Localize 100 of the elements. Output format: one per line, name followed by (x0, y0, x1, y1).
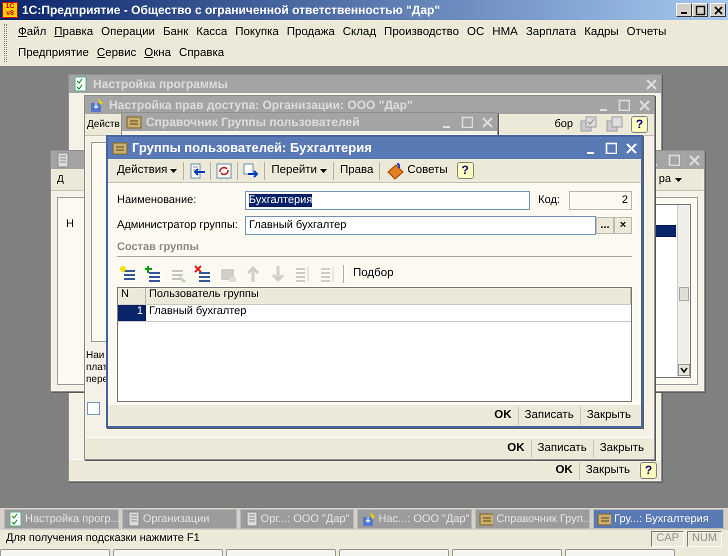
maximize-icon[interactable] (668, 154, 680, 166)
maximize-icon[interactable] (618, 99, 630, 111)
field-label: Н (66, 218, 74, 232)
window-title: Настройка прав доступа: Организации: ООО "Дар" (109, 98, 414, 112)
refresh-icon (215, 162, 234, 180)
field-label: Наименование: (117, 194, 198, 208)
menu-button[interactable]: Перейти (266, 160, 332, 180)
column-header[interactable]: N (118, 288, 146, 304)
window-title: Настройка программы (93, 76, 229, 92)
toolbar-button[interactable]: Права (334, 160, 378, 180)
menu-button[interactable]: Действия (112, 160, 182, 180)
tips-button[interactable]: Советы (381, 160, 453, 180)
toolbar-button[interactable]: Д (57, 174, 64, 186)
taskbar-button[interactable] (565, 549, 675, 556)
menu-item[interactable]: НМА (488, 26, 522, 40)
calculator-icon (126, 511, 140, 527)
footer-button[interactable]: OK (488, 406, 518, 424)
window-title: Группы пользователей: Бухгалтерия (132, 140, 373, 156)
select-button[interactable]: ... (596, 217, 614, 234)
clear-button[interactable]: × (614, 217, 632, 234)
description-text: плат (86, 362, 108, 374)
menu-item[interactable]: Кадры (580, 26, 623, 40)
footer-button[interactable]: Записать (518, 406, 580, 424)
footer-button[interactable]: Записать (530, 440, 593, 458)
minimize-button[interactable] (676, 3, 692, 17)
status-indicator: CAP (651, 531, 684, 547)
scroll-thumb[interactable] (679, 287, 689, 301)
book-icon (386, 162, 404, 180)
table-cell[interactable]: Главный бухгалтер (146, 305, 631, 322)
folder-icon (597, 511, 612, 527)
toolbar-grip (4, 24, 7, 62)
toolbar-button[interactable]: ра (658, 172, 682, 186)
admin-field[interactable]: Главный бухгалтер (245, 216, 596, 235)
help-button[interactable]: ? (456, 162, 474, 179)
window-tab[interactable]: Гру...: Бухгалтерия (593, 509, 724, 529)
name-field[interactable]: Бухгалтерия (244, 191, 530, 210)
footer-button[interactable]: Закрыть (592, 440, 650, 458)
close-icon[interactable] (645, 78, 657, 90)
menu-item[interactable]: Сервис (92, 46, 140, 60)
checklist-icon[interactable] (579, 116, 599, 134)
minimize-icon (681, 12, 687, 14)
help-button[interactable]: ? (631, 116, 648, 133)
menu-item[interactable]: Предприятие (14, 46, 93, 60)
taskbar-button[interactable] (113, 549, 223, 556)
toolbar-button[interactable]: Действ (87, 118, 120, 130)
code-field[interactable]: 2 (569, 191, 632, 210)
footer-button[interactable]: OK (549, 462, 579, 480)
menu-item[interactable]: Банк (158, 26, 192, 40)
status-text: Для получения подсказки нажмите F1 (6, 532, 201, 546)
menu-item[interactable]: Операции (97, 26, 159, 40)
maximize-button[interactable] (692, 3, 708, 17)
folder-icon (112, 140, 128, 156)
table-cell[interactable]: 1 (118, 305, 146, 322)
copy-icon[interactable] (605, 116, 625, 134)
menu-item[interactable]: ОС (463, 26, 488, 40)
close-icon[interactable] (481, 116, 493, 128)
toolbar-button[interactable]: бор (554, 118, 573, 132)
taskbar-button[interactable] (452, 549, 562, 556)
menu-item[interactable]: Касса (192, 26, 232, 40)
add-copy-icon (144, 265, 162, 284)
back-icon (188, 162, 206, 180)
help-button[interactable]: ? (640, 462, 657, 479)
menu-item[interactable]: Файл (14, 26, 50, 40)
checkbox[interactable] (87, 402, 100, 415)
menu-item[interactable]: Правка (50, 26, 98, 40)
maximize-icon (694, 4, 706, 16)
taskbar-button[interactable] (0, 549, 110, 556)
column-header[interactable]: Пользователь группы (146, 288, 631, 304)
caret-icon (675, 178, 682, 182)
down-arrow-icon (269, 265, 287, 284)
maximize-icon[interactable] (461, 116, 473, 128)
description-text: Наи (86, 350, 104, 362)
menu-item[interactable]: Продажа (282, 26, 339, 40)
window-title: Справочник Группы пользователей (146, 114, 361, 130)
menu-item[interactable]: Производство (380, 26, 464, 40)
close-icon[interactable] (688, 154, 700, 166)
section-title: Состав группы (117, 241, 632, 258)
cabinet-icon (479, 511, 494, 527)
footer-button[interactable]: Закрыть (580, 406, 637, 424)
footer-button[interactable]: OK (501, 440, 531, 458)
menu-item[interactable]: Отчеты (622, 26, 670, 40)
menu-item[interactable]: Склад (338, 26, 380, 40)
menu-item[interactable]: Покупка (231, 26, 283, 40)
menu-item[interactable]: Зарплата (522, 26, 580, 40)
menu-item[interactable]: Окна (140, 46, 176, 60)
checklist-icon (8, 511, 22, 527)
close-button[interactable] (710, 3, 726, 17)
taskbar-button[interactable] (339, 549, 449, 556)
window-title: 1С:Предприятие - Общество с ограниченной ответственностью "Дар" (22, 2, 442, 18)
pick-button[interactable]: Подбор (348, 264, 398, 284)
close-icon[interactable] (638, 99, 650, 111)
field-label: Код: (538, 194, 561, 208)
taskbar-button[interactable] (226, 549, 336, 556)
calculator-icon (244, 511, 258, 527)
delete-icon (194, 265, 212, 284)
scroll-down-icon[interactable] (678, 364, 690, 376)
menu-item[interactable]: Справка (175, 46, 228, 60)
up-arrow-icon (244, 265, 262, 284)
field-label: Администратор группы: (117, 218, 239, 232)
scrollbar[interactable] (677, 205, 690, 377)
